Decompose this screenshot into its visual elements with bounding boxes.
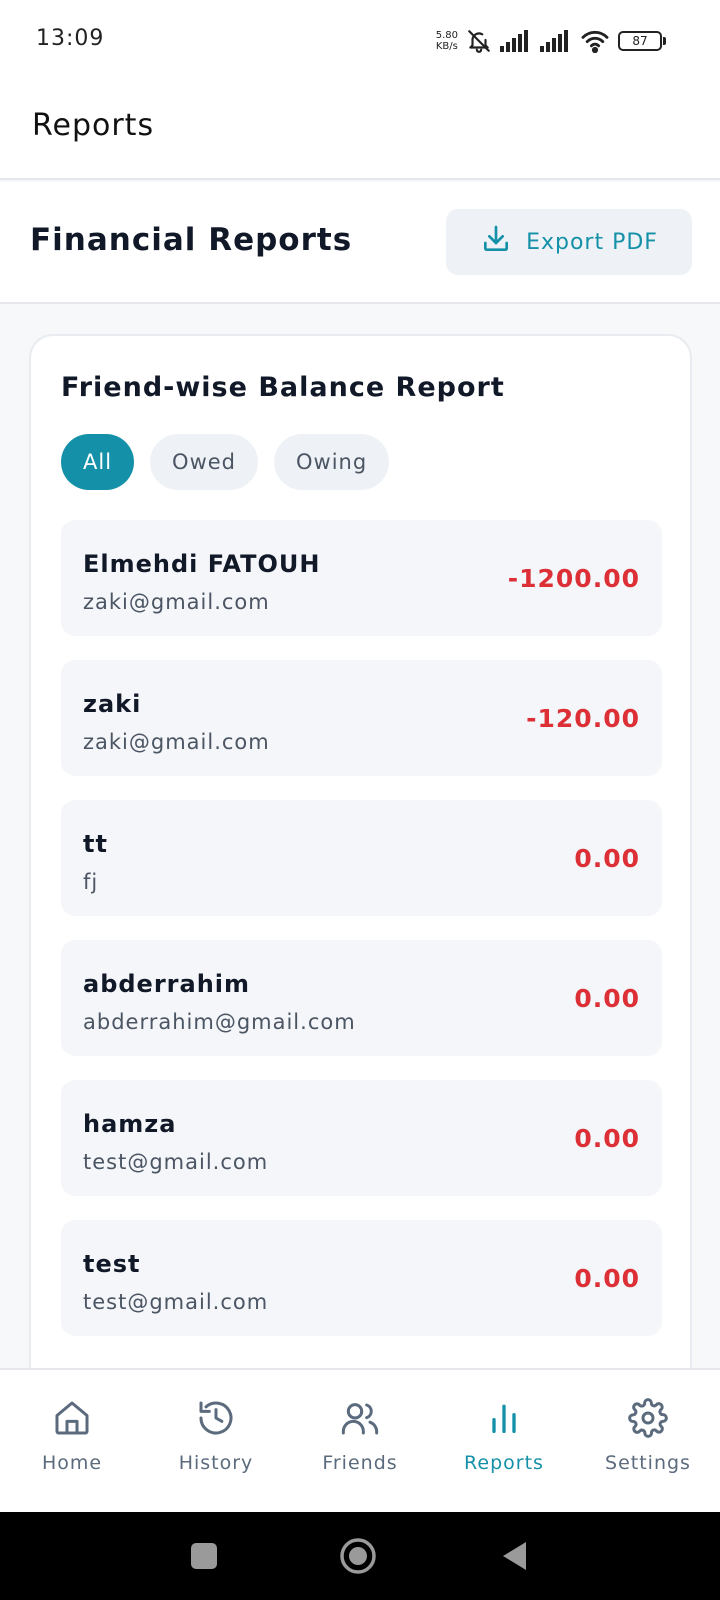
status-time: 13:09: [36, 26, 105, 51]
battery-icon: 87: [618, 31, 666, 51]
list-item[interactable]: test test@gmail.com 0.00: [61, 1220, 662, 1336]
export-pdf-label: Export PDF: [526, 229, 658, 255]
app-bar: Reports: [0, 84, 720, 180]
app-title: Reports: [32, 108, 155, 143]
list-item[interactable]: tt fj 0.00: [61, 800, 662, 916]
nav-label-settings: Settings: [605, 1452, 691, 1474]
friend-balance: 0.00: [574, 1124, 640, 1153]
friend-email: fj: [83, 870, 99, 894]
home-icon: [52, 1398, 92, 1442]
friend-balance: -1200.00: [507, 564, 640, 593]
friend-name: tt: [83, 830, 108, 858]
friend-email: zaki@gmail.com: [83, 590, 270, 614]
bar-chart-icon: [484, 1398, 524, 1442]
status-indicators: 5.80 KB/s 87: [436, 24, 666, 58]
balance-report-card: Friend-wise Balance Report All Owed Owin…: [29, 334, 692, 1434]
filter-chips: All Owed Owing: [61, 434, 390, 490]
filter-chip-all[interactable]: All: [61, 434, 135, 490]
home-button[interactable]: [340, 1538, 376, 1578]
balance-list: Elmehdi FATOUH zaki@gmail.com -1200.00 z…: [61, 520, 662, 1360]
list-item[interactable]: zaki zaki@gmail.com -120.00: [61, 660, 662, 776]
network-speed-unit: KB/s: [435, 41, 458, 52]
nav-item-settings[interactable]: Settings: [576, 1370, 720, 1512]
network-speed-value: 5.80: [435, 30, 458, 41]
nav-item-history[interactable]: History: [144, 1370, 288, 1512]
friend-balance: 0.00: [574, 984, 640, 1013]
export-pdf-button[interactable]: Export PDF: [446, 209, 692, 275]
friend-name: test: [83, 1250, 141, 1278]
back-button[interactable]: [500, 1538, 530, 1578]
friend-name: Elmehdi FATOUH: [83, 550, 321, 578]
page-header: Financial Reports Export PDF: [0, 182, 720, 304]
friend-email: test@gmail.com: [83, 1150, 269, 1174]
friend-name: abderrahim: [83, 970, 251, 998]
history-icon: [196, 1398, 236, 1442]
friend-email: zaki@gmail.com: [83, 730, 270, 754]
list-item[interactable]: hamza test@gmail.com 0.00: [61, 1080, 662, 1196]
nav-label-home: Home: [41, 1452, 103, 1474]
signal-icon: [540, 30, 572, 52]
filter-chip-owing[interactable]: Owing: [274, 434, 390, 490]
list-item[interactable]: abderrahim abderrahim@gmail.com 0.00: [61, 940, 662, 1056]
wifi-icon: [580, 29, 610, 53]
recent-apps-button[interactable]: [190, 1538, 218, 1578]
friend-name: hamza: [83, 1110, 177, 1138]
gear-icon: [628, 1398, 668, 1442]
friend-email: test@gmail.com: [83, 1290, 269, 1314]
nav-item-home[interactable]: Home: [0, 1370, 144, 1512]
status-bar: 13:09 5.80 KB/s 87: [0, 0, 720, 84]
friends-icon: [340, 1398, 380, 1442]
bottom-nav: Home History Friends Reports Settings: [0, 1368, 720, 1512]
nav-label-reports: Reports: [464, 1452, 544, 1474]
signal-icon: [500, 30, 532, 52]
download-icon: [480, 223, 512, 261]
filter-chip-owed[interactable]: Owed: [150, 434, 259, 490]
friend-balance: -120.00: [526, 704, 640, 733]
nav-item-reports[interactable]: Reports: [432, 1370, 576, 1512]
page-title: Financial Reports: [30, 222, 353, 258]
friend-email: abderrahim@gmail.com: [83, 1010, 356, 1034]
muted-bell-icon: [466, 28, 492, 54]
friend-balance: 0.00: [574, 1264, 640, 1293]
friend-name: zaki: [83, 690, 142, 718]
battery-level: 87: [618, 31, 662, 51]
nav-label-history: History: [178, 1452, 254, 1474]
system-nav-bar: [0, 1512, 720, 1600]
friend-balance: 0.00: [574, 844, 640, 873]
nav-label-friends: Friends: [322, 1452, 398, 1474]
report-title: Friend-wise Balance Report: [61, 372, 505, 403]
nav-item-friends[interactable]: Friends: [288, 1370, 432, 1512]
network-speed: 5.80 KB/s: [436, 30, 458, 52]
list-item[interactable]: Elmehdi FATOUH zaki@gmail.com -1200.00: [61, 520, 662, 636]
